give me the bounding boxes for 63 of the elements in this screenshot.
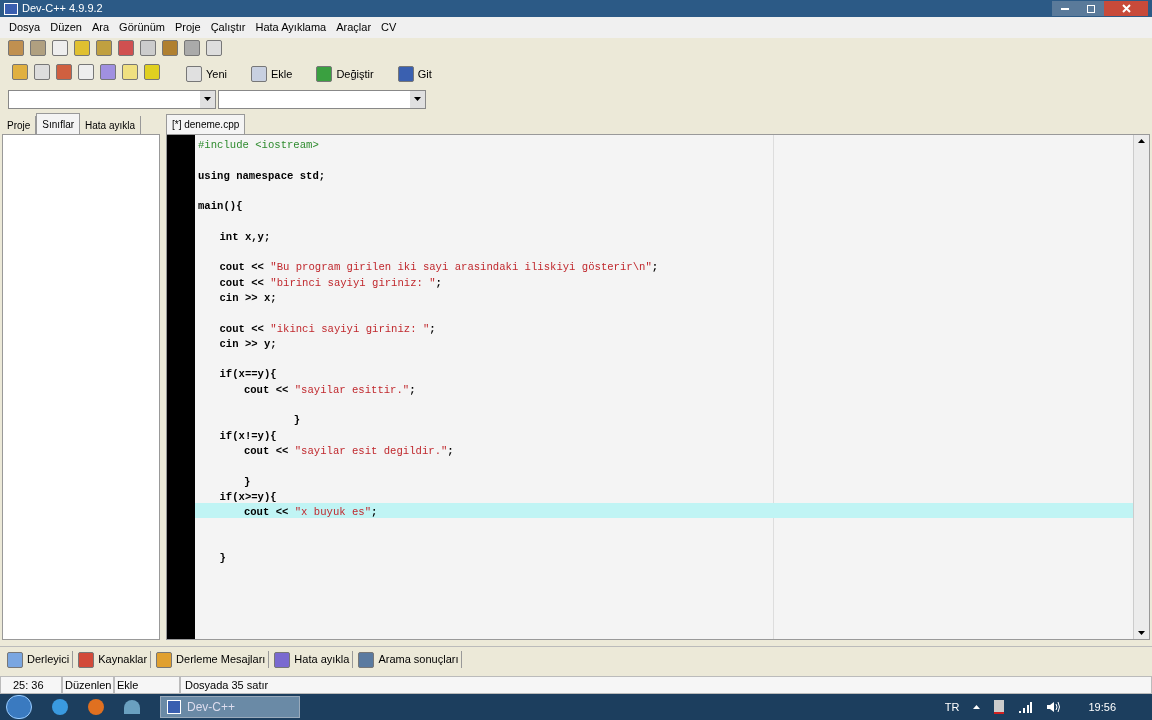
signal-icon[interactable] xyxy=(1018,701,1033,713)
close-button[interactable] xyxy=(1104,1,1148,16)
class-dropdown[interactable] xyxy=(218,89,426,109)
code-line: if(x>=y){ xyxy=(218,490,277,503)
window-title: Dev-C++ 4.9.9.2 xyxy=(22,1,103,17)
output-tab[interactable]: Hata ayıkla xyxy=(271,651,354,668)
scroll-up-icon xyxy=(1138,139,1145,143)
menu-item[interactable]: Çalıştır xyxy=(205,19,251,36)
code-line: } xyxy=(242,475,251,488)
app-icon xyxy=(167,700,181,714)
code-line: cin >> y; xyxy=(218,337,277,350)
clock[interactable]: 19:56 xyxy=(1088,698,1116,716)
menu-item[interactable]: Araçlar xyxy=(331,19,377,36)
close-icon xyxy=(1121,4,1131,13)
class-dropdown[interactable] xyxy=(8,89,216,109)
status-field: Ekle xyxy=(114,676,180,694)
code-line: } xyxy=(218,552,226,564)
menu-item[interactable]: Ara xyxy=(87,19,115,36)
code-line: cout << "sayilar esittir."; xyxy=(242,383,416,396)
menu-item[interactable]: Proje xyxy=(169,19,206,36)
vertical-scrollbar[interactable] xyxy=(1133,135,1149,639)
triangle-icon[interactable] xyxy=(973,705,981,709)
file-tab[interactable]: [*] deneme.cpp xyxy=(166,114,246,134)
status-field: Dosyada 35 satır xyxy=(180,676,1152,694)
speaker-icon[interactable] xyxy=(1046,701,1061,713)
status-field: 25: 36 xyxy=(0,676,62,694)
menu-item[interactable]: Düzen xyxy=(45,19,87,36)
menu-item[interactable]: Görünüm xyxy=(114,19,170,36)
menu-item[interactable]: Hata Ayıklama xyxy=(250,19,332,36)
output-tab[interactable]: Arama sonuçları xyxy=(355,651,463,668)
output-tab[interactable]: Derleyici xyxy=(4,651,74,668)
scroll-down-icon xyxy=(1138,631,1145,635)
menu-item[interactable]: CV xyxy=(376,19,402,36)
toolbar-button[interactable]: Yeni xyxy=(182,65,231,83)
output-tab[interactable]: Derleme Mesajları xyxy=(153,651,270,668)
minimize-button[interactable] xyxy=(1052,1,1078,16)
status-field: Düzenlen xyxy=(62,676,114,694)
code-line: cout << "Bu program girilen iki sayi arasindaki iliskiyi gösterir\n"; xyxy=(218,261,659,274)
language-indicator[interactable]: TR xyxy=(944,698,960,716)
code-line: cout << "birinci sayiyi giriniz: "; xyxy=(218,276,442,289)
code-line: cout << "sayilar esit degildir."; xyxy=(242,444,454,457)
code-line: cin >> x; xyxy=(218,291,277,304)
toolbar-button[interactable]: Ekle xyxy=(247,65,297,83)
code-line: if(x!=y){ xyxy=(218,429,277,442)
code-editor[interactable] xyxy=(166,134,1150,640)
code-line: cout << "ikinci sayiyi giriniz: "; xyxy=(218,322,436,335)
code-line: if(x==y){ xyxy=(218,368,277,381)
code-line: int x,y; xyxy=(218,230,271,243)
caret-icon xyxy=(414,97,421,101)
start-button[interactable] xyxy=(6,695,32,719)
code-line: } xyxy=(292,414,301,427)
toolbar-button[interactable]: Git xyxy=(393,65,436,83)
code-line: cout << "x buyuk es"; xyxy=(242,506,378,519)
toolbar-button[interactable]: Değiştir xyxy=(312,65,378,83)
code-line: #include <iostream> xyxy=(197,139,319,151)
menu-item[interactable]: Dosya xyxy=(4,19,46,36)
panel-tab[interactable]: Sınıflar xyxy=(36,113,81,134)
app-icon xyxy=(4,2,18,15)
caret-icon xyxy=(204,97,211,101)
output-tab[interactable]: Kaynaklar xyxy=(75,651,152,668)
code-line: main(){ xyxy=(197,200,243,213)
maximize-button[interactable] xyxy=(1078,1,1104,16)
code-line: using namespace std; xyxy=(197,169,326,182)
